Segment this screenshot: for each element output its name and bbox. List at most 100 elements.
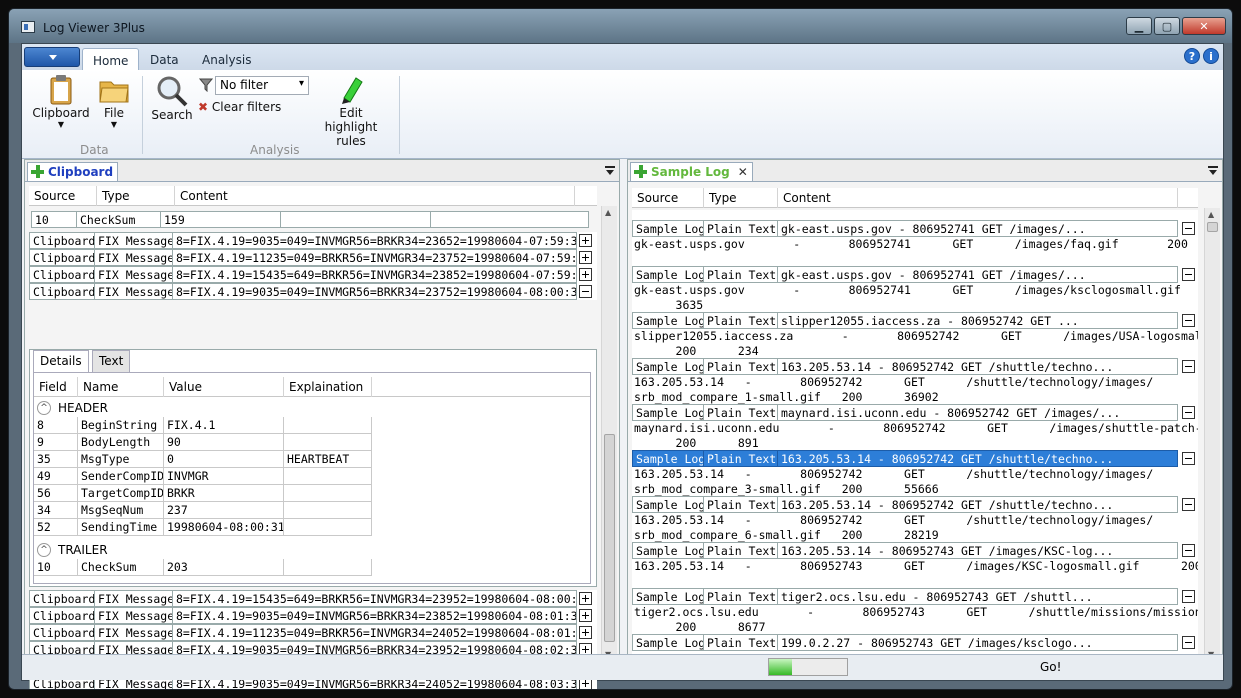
minimize-button[interactable]: ▁ — [1126, 17, 1152, 35]
field-row[interactable]: 56 TargetCompID BRKR — [34, 485, 590, 502]
column-header-source[interactable]: Source — [632, 188, 704, 208]
cell-type: FIX Message — [95, 590, 173, 607]
expand-row-icon[interactable] — [579, 626, 592, 639]
field-row[interactable]: 9 BodyLength 90 — [34, 434, 590, 451]
clear-filters-button[interactable]: ✖ Clear filters — [198, 100, 281, 114]
scroll-up-icon[interactable]: ▲ — [605, 208, 611, 217]
column-header-type[interactable]: Type — [97, 186, 175, 206]
cell-content: 163.205.53.14 - 806952743 GET /images/KS… — [778, 542, 1178, 559]
field-row[interactable]: 8 BeginString FIX.4.1 — [34, 417, 590, 434]
column-header-field[interactable]: Field — [34, 377, 78, 397]
info-icon[interactable]: i — [1203, 48, 1219, 64]
clear-filter-icon: ✖ — [198, 100, 209, 114]
expand-row-icon[interactable] — [579, 268, 592, 281]
column-header-value[interactable]: Value — [164, 377, 284, 397]
table-row[interactable]: Clipboard FIX Message 8=FIX.4.19=9035=049=… — [29, 607, 597, 624]
collapse-row-icon[interactable] — [579, 285, 592, 298]
sample-log-scrollbar[interactable]: ▲ ▼ — [1204, 208, 1220, 661]
scroll-up-icon[interactable]: ▲ — [1208, 210, 1214, 219]
column-header-source[interactable]: Source — [29, 186, 97, 206]
log-entry-row[interactable]: Sample Log Plain Text 163.205.53.14 - 8069… — [632, 358, 1198, 375]
edit-highlight-rules-button[interactable]: Edit highlight rules — [312, 74, 390, 148]
collapse-row-icon[interactable] — [1182, 360, 1195, 373]
header-group-toggle[interactable]: ^ HEADER — [34, 399, 108, 417]
table-row[interactable]: ClipboardFIX Message8=FIX.4.19=11235=049… — [29, 624, 597, 641]
file-button[interactable]: File ▼ — [94, 74, 134, 129]
title-bar[interactable]: Log Viewer 3Plus ▁ ▢ ✕ — [9, 9, 1232, 43]
log-entry-row[interactable]: Sample Log Plain Text gk-east.usps.gov - 8… — [632, 266, 1198, 283]
expand-row-icon[interactable] — [579, 251, 592, 264]
log-entry-row[interactable]: Sample Log Plain Text slipper12055.iaccess… — [632, 312, 1198, 329]
field-row[interactable]: 10 CheckSum 203 — [34, 559, 590, 576]
column-header-content[interactable]: Content — [778, 188, 1178, 208]
field-row[interactable]: 49 SenderCompID INVMGR — [34, 468, 590, 485]
log-entry-row[interactable]: Sample Log Plain Text 163.205.53.14 - 8069… — [632, 542, 1198, 559]
field-expl — [284, 519, 372, 536]
field-row[interactable]: 52 SendingTime 19980604-08:00:31 — [34, 519, 590, 536]
clipboard-button[interactable]: Clipboard ▼ — [32, 74, 90, 129]
tab-home[interactable]: Home — [82, 48, 140, 70]
table-row[interactable]: Clipboard FIX Message 8=FIX.4.19=15435=649… — [29, 590, 597, 607]
panel-menu-icon[interactable] — [605, 166, 615, 176]
cell-content: maynard.isi.uconn.edu - 806952742 GET /i… — [778, 404, 1178, 421]
help-icon[interactable]: ? — [1184, 48, 1200, 64]
collapse-row-icon[interactable] — [1182, 268, 1195, 281]
app-icon[interactable] — [21, 21, 35, 33]
collapse-icon: ^ — [37, 543, 51, 557]
log-entry-row[interactable]: Sample Log Plain Text 199.0.2.27 - 8069527… — [632, 634, 1198, 651]
field-name: CheckSum — [78, 559, 164, 576]
search-button[interactable]: Search — [150, 74, 194, 122]
log-entry-detail-line: maynard.isi.uconn.edu - 806952742 GET /i… — [634, 421, 1198, 435]
tab-analysis[interactable]: Analysis — [192, 48, 261, 70]
column-header-type[interactable]: Type — [704, 188, 778, 208]
close-tab-icon[interactable]: ✕ — [738, 165, 748, 179]
table-row[interactable]: Clipboard FIX Message 8=FIX.4.19=9035=049=… — [29, 232, 597, 249]
clipboard-scrollbar[interactable]: ▲ ▼ — [601, 206, 617, 661]
tab-clipboard[interactable]: Clipboard — [27, 162, 119, 181]
scrollbar-thumb[interactable] — [604, 434, 615, 642]
table-row[interactable]: Clipboard FIX Message 8=FIX.4.19=15435=649… — [29, 266, 597, 283]
collapse-row-icon[interactable] — [1182, 222, 1195, 235]
collapse-row-icon[interactable] — [1182, 590, 1195, 603]
collapse-row-icon[interactable] — [1182, 452, 1195, 465]
tab-sample-log[interactable]: Sample Log ✕ — [630, 162, 753, 181]
tab-data[interactable]: Data — [140, 48, 189, 70]
collapse-row-icon[interactable] — [1182, 314, 1195, 327]
field-row[interactable]: 35 MsgType 0 HEARTBEAT — [34, 451, 590, 468]
tab-details[interactable]: Details — [33, 350, 89, 372]
cell-content: 8=FIX.4.19=11235=049=BRKR56=INVMGR34=240… — [173, 624, 577, 641]
log-entry-row[interactable]: Sample Log Plain Text 163.205.53.14 - 8069… — [632, 450, 1198, 467]
maximize-button[interactable]: ▢ — [1154, 17, 1180, 35]
tab-text[interactable]: Text — [92, 350, 131, 372]
log-entry-row[interactable]: Sample Log Plain Text 163.205.53.14 - 8069… — [632, 496, 1198, 513]
panel-menu-icon[interactable] — [1208, 166, 1218, 176]
scrollbar-thumb[interactable] — [1207, 222, 1218, 232]
log-entry-row[interactable]: Sample Log Plain Text maynard.isi.uconn.ed… — [632, 404, 1198, 421]
cell-type: FIX Message — [95, 266, 173, 283]
table-row[interactable]: ClipboardFIX Message8=FIX.4.19=11235=049… — [29, 249, 597, 266]
column-header-content[interactable]: Content — [175, 186, 575, 206]
cell-source: Clipboard — [29, 232, 95, 249]
trailer-group-toggle[interactable]: ^ TRAILER — [34, 541, 108, 559]
column-header-explanation[interactable]: Explaination — [284, 377, 372, 397]
close-button[interactable]: ✕ — [1182, 17, 1226, 35]
field-row[interactable]: 34 MsgSeqNum 237 — [34, 502, 590, 519]
go-button[interactable]: Go! — [1040, 660, 1061, 674]
list-item[interactable]: 10 CheckSum 159 — [31, 211, 589, 228]
table-row[interactable]: Clipboard FIX Message 8=FIX.4.19=9035=049=… — [29, 283, 597, 300]
log-entry-row[interactable]: Sample Log Plain Text gk-east.usps.gov - 8… — [632, 220, 1198, 237]
application-menu-button[interactable] — [24, 47, 80, 67]
collapse-row-icon[interactable] — [1182, 498, 1195, 511]
expand-row-icon[interactable] — [579, 609, 592, 622]
collapse-row-icon[interactable] — [1182, 544, 1195, 557]
clipboard-list-header: Source Type Content — [29, 186, 597, 206]
log-entry-row[interactable]: Sample Log Plain Text tiger2.ocs.lsu.edu -… — [632, 588, 1198, 605]
log-entry-detail-line: 163.205.53.14 - 806952742 GET /shuttle/t… — [634, 513, 1154, 527]
filter-select[interactable]: No filter — [215, 76, 309, 95]
log-entry-detail-line: 163.205.53.14 - 806952743 GET /images/KS… — [634, 559, 1198, 573]
column-header-name[interactable]: Name — [78, 377, 164, 397]
expand-row-icon[interactable] — [579, 234, 592, 247]
collapse-row-icon[interactable] — [1182, 406, 1195, 419]
collapse-row-icon[interactable] — [1182, 636, 1195, 649]
expand-row-icon[interactable] — [579, 592, 592, 605]
